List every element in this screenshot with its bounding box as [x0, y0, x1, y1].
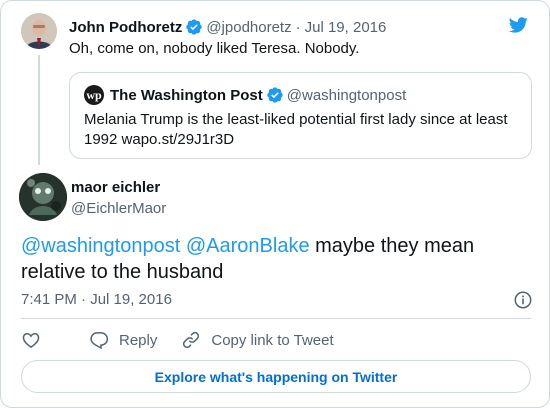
author-name[interactable]: John Podhoretz: [69, 19, 182, 36]
reply-author-name[interactable]: maor eichler: [71, 179, 160, 196]
twitter-bird-icon[interactable]: [507, 15, 529, 35]
thread-connector-line: [38, 55, 40, 165]
tweet-author-row: John Podhoretz @jpodhoretz · Jul 19, 201…: [69, 17, 386, 37]
quoted-author-name[interactable]: The Washington Post: [110, 87, 263, 104]
avatar[interactable]: [21, 13, 57, 49]
quoted-tweet[interactable]: wp The Washington Post @washingtonpost M…: [69, 72, 532, 159]
washington-post-logo-icon: wp: [84, 85, 104, 105]
quoted-author-row: The Washington Post @washingtonpost: [110, 85, 406, 105]
reply-button[interactable]: Reply: [89, 330, 157, 350]
quoted-author-handle[interactable]: @washingtonpost: [287, 87, 406, 104]
like-button[interactable]: [21, 330, 41, 350]
reply-text: @washingtonpost @AaronBlake maybe they m…: [21, 233, 531, 285]
quoted-tweet-text: Melania Trump is the least-liked potenti…: [84, 111, 508, 148]
verified-badge-icon: [185, 18, 203, 36]
explore-twitter-button[interactable]: Explore what's happening on Twitter: [21, 360, 531, 393]
mention-link[interactable]: @washingtonpost: [21, 235, 180, 257]
tweet-embed-card: John Podhoretz @jpodhoretz · Jul 19, 201…: [0, 0, 550, 408]
reply-timestamp[interactable]: 7:41 PM · Jul 19, 2016: [21, 291, 172, 308]
divider: [21, 318, 531, 319]
copy-link-button[interactable]: Copy link to Tweet: [181, 330, 334, 350]
mention-link[interactable]: @AaronBlake: [186, 235, 310, 257]
author-handle[interactable]: @jpodhoretz: [206, 19, 291, 36]
info-icon[interactable]: [513, 290, 533, 310]
copy-link-label: Copy link to Tweet: [211, 331, 334, 349]
reply-label: Reply: [119, 331, 158, 349]
separator-dot: ·: [295, 18, 301, 36]
tweet-actions: Reply Copy link to Tweet: [21, 330, 358, 350]
avatar[interactable]: [19, 173, 67, 221]
verified-badge-icon: [266, 86, 284, 104]
link-icon: [183, 331, 200, 349]
tweet-date[interactable]: Jul 19, 2016: [305, 19, 387, 36]
reply-author-handle[interactable]: @EichlerMaor: [71, 200, 166, 217]
reply-bubble-icon: [90, 332, 109, 350]
tweet-text: Oh, come on, nobody liked Teresa. Nobody…: [69, 40, 360, 57]
heart-icon: [22, 332, 40, 348]
